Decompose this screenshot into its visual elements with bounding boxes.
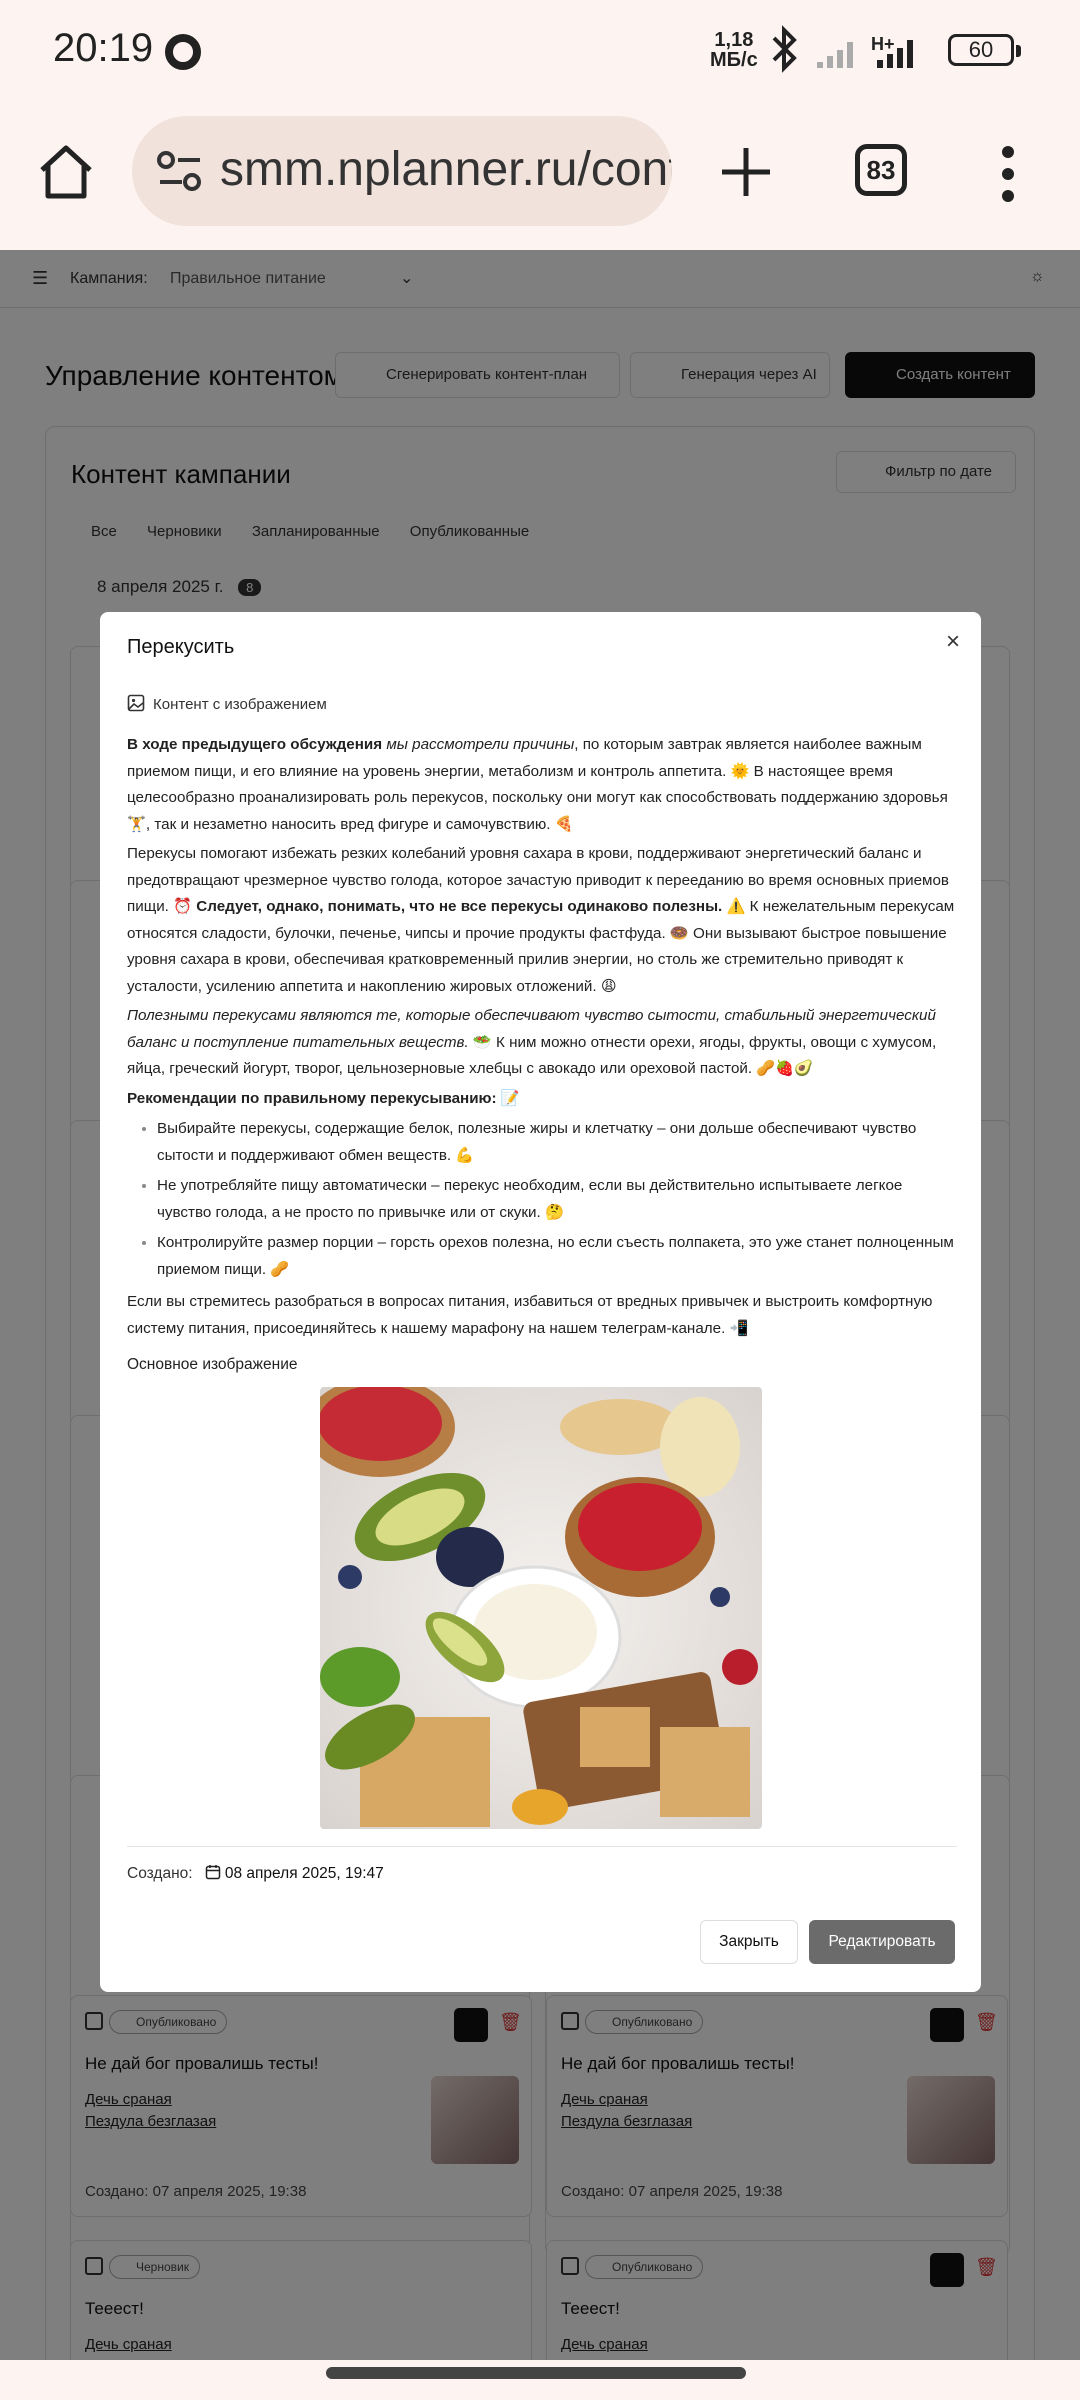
list-item: Контролируйте размер порции – горсть оре… [157,1230,957,1283]
created-info: Создано: 08 апреля 2025, 19:47 [127,1865,384,1882]
paragraph: Рекомендации по правильному перекусывани… [127,1089,520,1107]
paragraph: В ходе предыдущего обсуждения мы рассмот… [127,736,948,833]
list-item: Не употребляйте пищу автоматически – пер… [157,1173,957,1226]
url-text[interactable]: smm.nplanner.ru/cont [220,142,672,197]
content-type: Контент с изображением [127,694,327,713]
close-icon[interactable]: × [938,628,968,656]
status-bar: 20:19 1,18 МБ/с H+ 60 [0,0,1080,100]
new-tab-icon[interactable] [716,142,776,202]
home-icon[interactable] [36,142,96,202]
more-menu-icon[interactable] [1000,144,1016,204]
system-nav-area [0,2360,1080,2400]
created-date: 08 апреля 2025, 19:47 [224,1865,384,1882]
recommendations-list: Выбирайте перекусы, содержащие белок, по… [127,1116,957,1283]
tab-switcher-button[interactable]: 83 [855,144,907,196]
main-image-label: Основное изображение [127,1356,298,1373]
status-time: 20:19 [53,26,154,70]
list-item: Выбирайте перекусы, содержащие белок, по… [157,1116,957,1169]
post-body: В ходе предыдущего обсуждения мы рассмот… [127,732,957,1345]
main-image [320,1387,762,1829]
paragraph: Полезными перекусами являются те, которы… [127,1007,937,1077]
notification-dot-icon [165,34,201,70]
content-details-modal: Перекусить × Контент с изображением В хо… [100,612,981,1992]
network-speed: 1,18 МБ/с [710,29,758,71]
divider [127,1846,957,1847]
signal-icon: H+ [817,34,913,68]
paragraph: Перекусы помогают избежать резких колеба… [127,845,955,995]
network-type: H+ [871,34,895,54]
calendar-icon [205,1865,221,1880]
paragraph: Если вы стремитесь разобраться в вопроса… [127,1293,933,1337]
edit-button[interactable]: Редактировать [809,1920,955,1964]
close-button[interactable]: Закрыть [700,1920,798,1964]
battery-indicator: 60 [948,34,1021,66]
modal-title: Перекусить [127,636,235,658]
browser-toolbar: smm.nplanner.ru/cont 83 [0,100,1080,250]
bluetooth-icon [772,25,797,73]
address-bar[interactable]: smm.nplanner.ru/cont [132,116,672,226]
site-settings-icon[interactable] [156,148,204,194]
content-type-label: Контент с изображением [153,696,327,713]
gesture-nav-handle[interactable] [326,2367,746,2379]
image-icon [127,694,145,712]
